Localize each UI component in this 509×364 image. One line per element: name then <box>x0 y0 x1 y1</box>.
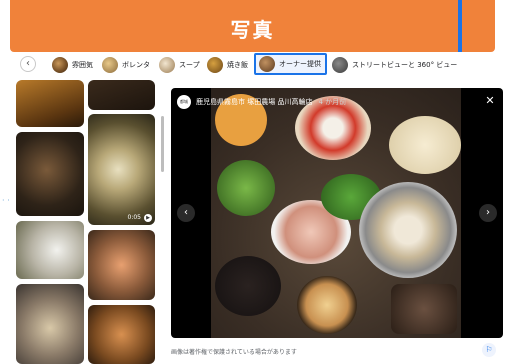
video-duration: 0:05 <box>127 214 141 221</box>
next-photo-button[interactable]: › <box>479 204 497 222</box>
upload-time: 4 か月前 <box>318 98 347 106</box>
chip-thumbnail <box>207 57 223 73</box>
photo-thumbnail[interactable] <box>16 132 84 216</box>
chip-polenta[interactable]: ボレンタ <box>102 55 150 75</box>
photo-grid-scrollbar[interactable] <box>161 116 164 172</box>
photo-thumbnail[interactable] <box>88 230 155 300</box>
chip-label: ボレンタ <box>122 61 150 69</box>
place-name: 鹿児島県霧島市 塚田農場 品川高輪店 <box>196 98 313 106</box>
chips-back-button[interactable]: ‹ <box>20 56 36 72</box>
chip-label: ストリートビューと 360° ビュー <box>352 61 458 69</box>
dish-noodles <box>389 116 461 174</box>
dish-hotpot <box>359 182 457 278</box>
dish-grilled-chicken <box>215 256 281 316</box>
chip-label: 焼き飯 <box>227 61 248 69</box>
dish-greens <box>217 160 275 216</box>
chip-owner-provided[interactable]: オーナー提供 <box>254 53 327 75</box>
chip-label: スープ <box>179 61 200 69</box>
category-chip-bar: ‹ 雰囲気 ボレンタ スープ 焼き飯 オーナー提供 ストリートビューと 360°… <box>10 52 509 78</box>
video-thumbnail[interactable]: 0:05 ▶ <box>88 114 155 225</box>
photo-thumbnail[interactable] <box>16 284 84 364</box>
photo-thumbnail[interactable] <box>16 80 84 127</box>
play-icon: ▶ <box>144 214 152 222</box>
dish-small-plates <box>391 284 457 334</box>
page-title: 写真 <box>230 18 275 42</box>
copyright-notice: 画像は著作権で保護されている場合があります <box>171 349 297 356</box>
photos-header: 写真 <box>10 0 495 52</box>
main-photo <box>211 88 461 338</box>
decorative-dots: · · <box>2 196 10 205</box>
place-info-bar[interactable]: 都城 鹿児島県霧島市 塚田農場 品川高輪店 4 か月前 <box>177 94 346 110</box>
photo-viewer: 都城 鹿児島県霧島市 塚田農場 品川高輪店 4 か月前 ✕ ‹ › <box>171 88 503 338</box>
dish-soup-bowl <box>297 276 357 334</box>
place-avatar: 都城 <box>177 95 191 109</box>
chip-thumbnail <box>159 57 175 73</box>
close-icon[interactable]: ✕ <box>483 94 497 108</box>
chip-fried-rice[interactable]: 焼き飯 <box>207 55 248 75</box>
chip-thumbnail <box>259 56 275 72</box>
previous-photo-button[interactable]: ‹ <box>177 204 195 222</box>
chip-soup[interactable]: スープ <box>159 55 200 75</box>
photo-thumbnail[interactable] <box>88 80 155 110</box>
photo-thumbnail[interactable] <box>88 305 155 364</box>
report-flag-icon[interactable]: ⚐ <box>482 343 496 357</box>
chip-label: オーナー提供 <box>279 60 321 68</box>
chip-thumbnail <box>102 57 118 73</box>
photo-thumbnail[interactable] <box>16 221 84 279</box>
chip-thumbnail <box>52 57 68 73</box>
photo-grid: 0:05 ▶ <box>10 80 165 364</box>
chip-atmosphere[interactable]: 雰囲気 <box>52 55 93 75</box>
chip-label: 雰囲気 <box>72 61 93 69</box>
chip-street-view[interactable]: ストリートビューと 360° ビュー <box>332 55 457 75</box>
chip-thumbnail <box>332 57 348 73</box>
